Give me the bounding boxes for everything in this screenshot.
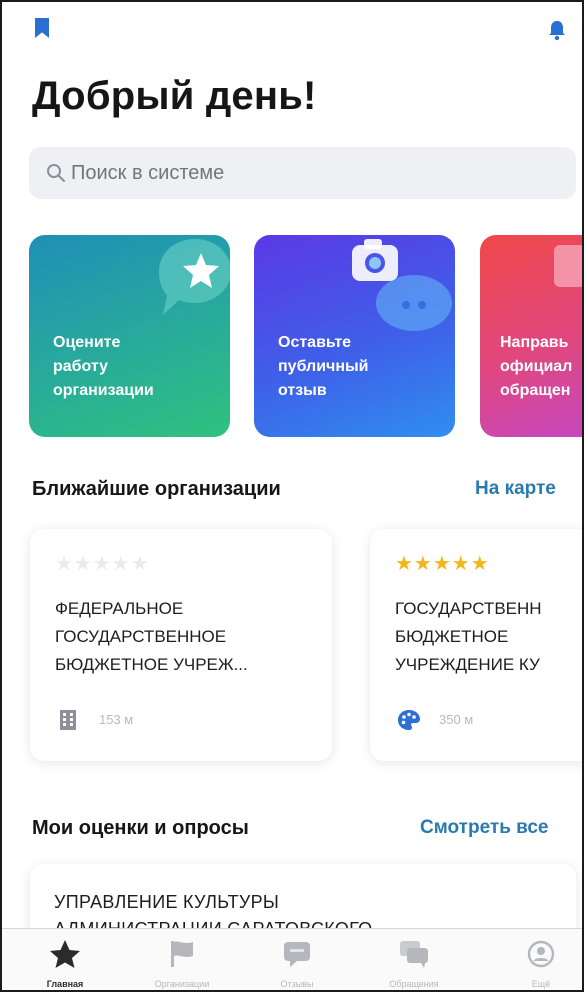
flag-icon (171, 941, 193, 967)
tab-label: Обращения (389, 979, 439, 989)
top-bar (2, 2, 582, 52)
action-label: Оставьте публичный отзыв (278, 334, 369, 399)
see-all-link[interactable]: Смотреть все (420, 817, 549, 839)
messages-icon (400, 941, 428, 968)
tab-organizations[interactable]: Организации (127, 929, 237, 990)
search-icon (47, 164, 65, 182)
tab-label: Отзывы (280, 979, 314, 989)
bell-icon[interactable] (546, 19, 568, 41)
star-bubble-icon (159, 239, 230, 315)
tab-more[interactable]: Ещё (486, 929, 582, 990)
organization-name: ФЕДЕРАЛЬНОЕ ГОСУДАРСТВЕННОЕ БЮДЖЕТНОЕ УЧ… (55, 599, 248, 674)
profile-icon (527, 940, 555, 968)
tab-label: Главная (46, 979, 84, 989)
rate-organization-card[interactable]: Оцените работу организации (29, 235, 230, 437)
tab-reviews[interactable]: Отзывы (242, 929, 352, 990)
organization-card[interactable]: ★★★★★ ФЕДЕРАЛЬНОЕ ГОСУДАРСТВЕННОЕ БЮДЖЕТ… (30, 529, 332, 761)
action-label: Оцените работу организации (53, 334, 154, 399)
rating-stars: ★★★★★ (395, 553, 490, 575)
page-title: Добрый день! (32, 74, 317, 118)
rating-stars: ★★★★★ (55, 553, 150, 575)
palette-icon (398, 710, 420, 730)
search-bar[interactable] (29, 147, 576, 199)
tab-home[interactable]: Главная (10, 929, 120, 990)
app-screen: Добрый день! Оцените работу организации (0, 0, 584, 992)
survey-title: УПРАВЛЕНИЕ КУЛЬТУРЫ (54, 892, 280, 912)
tab-appeals[interactable]: Обращения (359, 929, 469, 990)
camera-bubble-icon (352, 239, 452, 331)
quick-actions: Оцените работу организации Оставьте публ… (2, 235, 582, 437)
tab-label: Ещё (531, 979, 551, 989)
official-appeal-card[interactable]: Направь официал обращен (480, 235, 582, 437)
nearby-section-title: Ближайшие организации (32, 478, 281, 500)
public-review-card[interactable]: Оставьте публичный отзыв (254, 235, 455, 437)
star-icon (50, 940, 80, 968)
surveys-section-title: Мои оценки и опросы (32, 817, 249, 839)
action-label: Направь официал обращен (500, 334, 573, 399)
tab-label: Организации (154, 979, 210, 989)
distance-value: 153 м (99, 712, 134, 727)
distance-value: 350 м (439, 712, 474, 727)
chat-bubble-icon (284, 942, 310, 967)
building-icon (60, 710, 76, 730)
bookmark-icon[interactable] (35, 18, 49, 38)
organization-card[interactable]: ★★★★★ ГОСУДАРСТВЕНН БЮДЖЕТНОЕ УЧРЕЖДЕНИЕ… (370, 529, 582, 761)
tab-bar: Главная Организации Отзывы Обращения Ещё (2, 928, 582, 990)
organization-name: ГОСУДАРСТВЕНН БЮДЖЕТНОЕ УЧРЕЖДЕНИЕ КУ (395, 599, 542, 674)
document-icon (554, 245, 582, 287)
search-input[interactable] (71, 147, 551, 199)
on-map-link[interactable]: На карте (475, 478, 556, 500)
